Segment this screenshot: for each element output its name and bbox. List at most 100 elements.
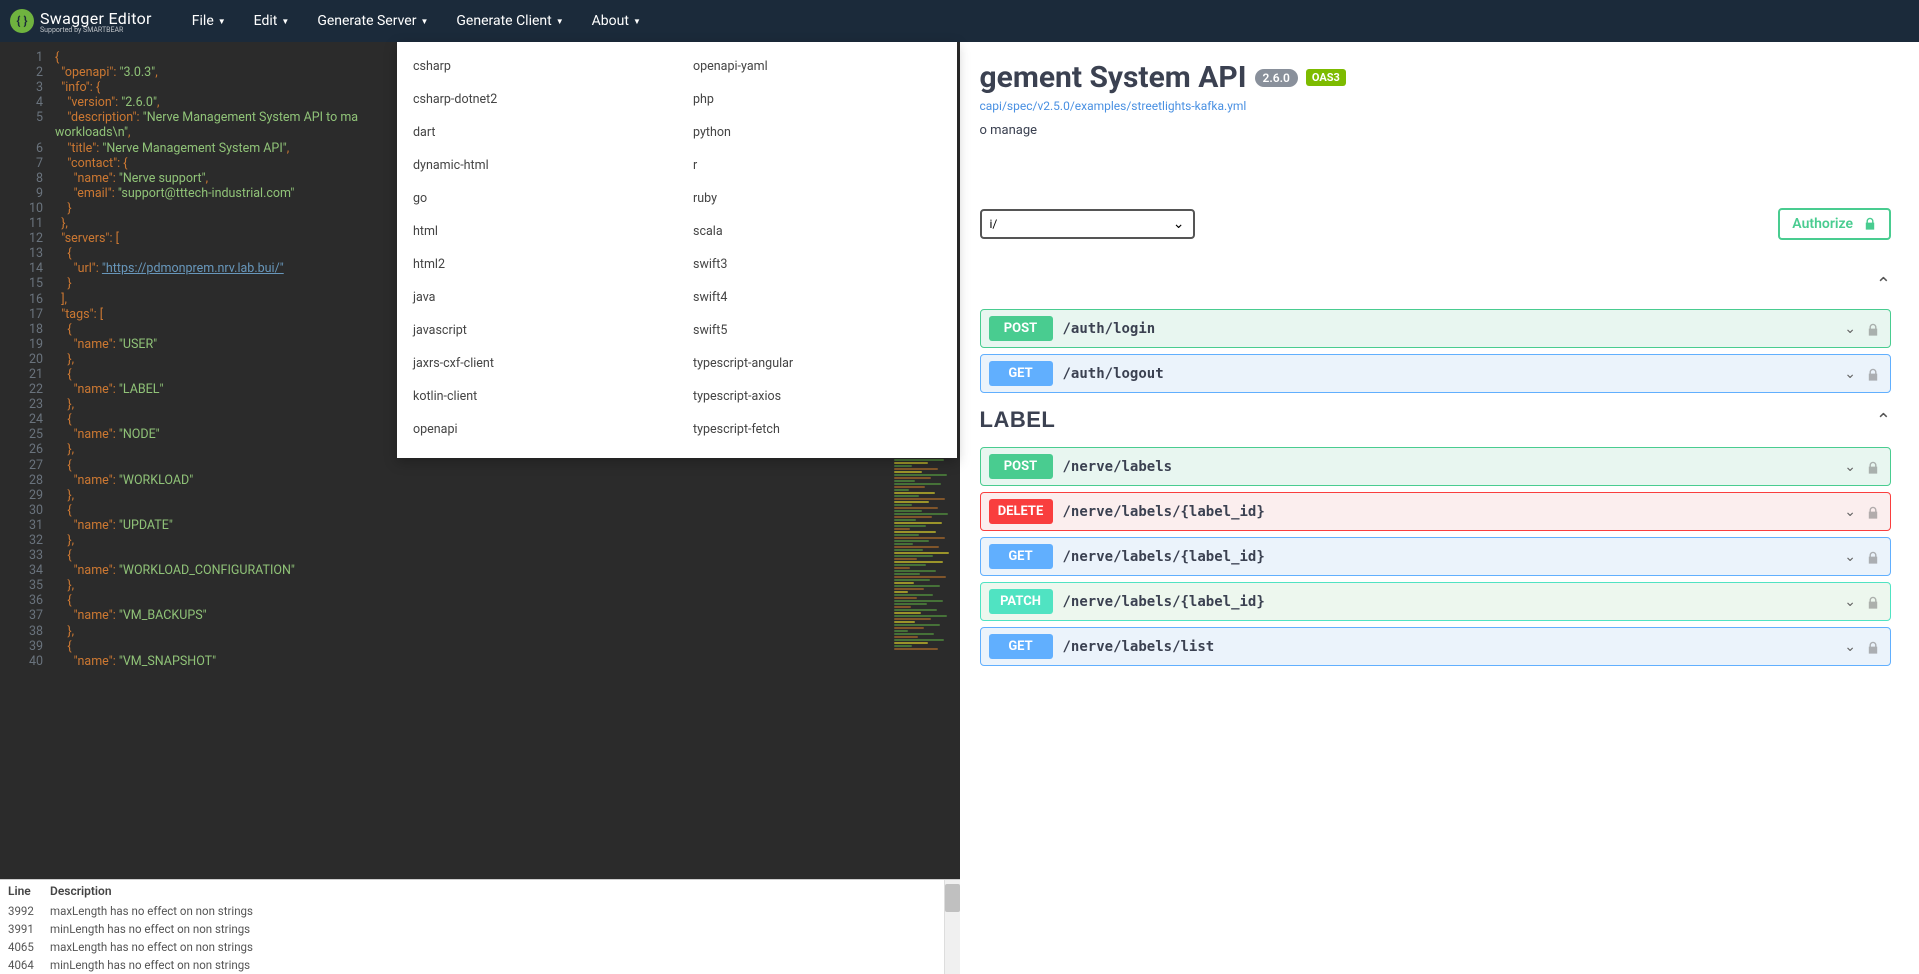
code-line[interactable]: 36 { — [0, 593, 960, 608]
operation-get--nerve-labels--label-id-[interactable]: GET/nerve/labels/{label_id}⌄ — [980, 537, 1892, 576]
dropdown-col-1: csharpcsharp-dotnet2dartdynamic-htmlgoht… — [397, 50, 677, 446]
dropdown-item-go[interactable]: go — [397, 182, 677, 215]
menu-generate-server[interactable]: Generate Server▼ — [317, 13, 428, 29]
tag-header-label[interactable]: LABEL⌃ — [980, 399, 1892, 441]
lock-icon[interactable] — [1866, 640, 1880, 654]
dropdown-item-typescript-axios[interactable]: typescript-axios — [677, 380, 957, 413]
code-line[interactable]: 29 }, — [0, 488, 960, 503]
operation-post--auth-login[interactable]: POST/auth/login⌄ — [980, 309, 1892, 348]
lock-icon[interactable] — [1866, 505, 1880, 519]
chevron-down-icon: ▼ — [556, 17, 564, 26]
code-line[interactable]: 34 "name": "WORKLOAD_CONFIGURATION" — [0, 563, 960, 578]
api-description: o manage — [980, 123, 1892, 138]
dropdown-item-scala[interactable]: scala — [677, 215, 957, 248]
code-line[interactable]: 27 { — [0, 458, 960, 473]
line-number: 28 — [0, 473, 55, 488]
api-title: gement System API — [980, 60, 1247, 95]
operation-controls: ⌄ — [1844, 459, 1880, 475]
error-row[interactable]: 3991minLength has no effect on non strin… — [0, 920, 960, 938]
chevron-down-icon[interactable]: ⌄ — [1844, 594, 1856, 610]
authorize-label: Authorize — [1792, 216, 1853, 232]
method-badge: GET — [989, 361, 1053, 386]
line-number: 36 — [0, 593, 55, 608]
dropdown-item-javascript[interactable]: javascript — [397, 314, 677, 347]
menu-generate-client[interactable]: Generate Client▼ — [456, 13, 563, 29]
dropdown-item-dart[interactable]: dart — [397, 116, 677, 149]
line-number: 33 — [0, 548, 55, 563]
line-number: 8 — [0, 171, 55, 186]
dropdown-item-typescript-fetch[interactable]: typescript-fetch — [677, 413, 957, 446]
operation-controls: ⌄ — [1844, 549, 1880, 565]
lock-icon[interactable] — [1866, 460, 1880, 474]
errors-scrollbar[interactable] — [944, 880, 960, 974]
method-badge: GET — [989, 634, 1053, 659]
error-line: 3991 — [8, 922, 50, 936]
authorize-button[interactable]: Authorize — [1778, 208, 1891, 240]
menu-edit[interactable]: Edit▼ — [254, 13, 290, 29]
dropdown-item-java[interactable]: java — [397, 281, 677, 314]
code-line[interactable]: 28 "name": "WORKLOAD" — [0, 473, 960, 488]
dropdown-item-swift3[interactable]: swift3 — [677, 248, 957, 281]
code-line[interactable]: 31 "name": "UPDATE" — [0, 518, 960, 533]
chevron-down-icon[interactable]: ⌄ — [1844, 321, 1856, 337]
dropdown-item-html2[interactable]: html2 — [397, 248, 677, 281]
line-number: 30 — [0, 503, 55, 518]
lock-icon[interactable] — [1866, 367, 1880, 381]
code-line[interactable]: 33 { — [0, 548, 960, 563]
code-line[interactable]: 39 { — [0, 639, 960, 654]
operation-patch--nerve-labels--label-id-[interactable]: PATCH/nerve/labels/{label_id}⌄ — [980, 582, 1892, 621]
swagger-ui-pane[interactable]: gement System API 2.6.0 OAS3 capi/spec/v… — [960, 42, 1919, 974]
dropdown-item-kotlin-client[interactable]: kotlin-client — [397, 380, 677, 413]
method-badge: POST — [989, 454, 1053, 479]
operation-get--nerve-labels-list[interactable]: GET/nerve/labels/list⌄ — [980, 627, 1892, 666]
dropdown-item-swift4[interactable]: swift4 — [677, 281, 957, 314]
operation-delete--nerve-labels--label-id-[interactable]: DELETE/nerve/labels/{label_id}⌄ — [980, 492, 1892, 531]
lock-icon[interactable] — [1866, 322, 1880, 336]
line-number: 38 — [0, 624, 55, 639]
lock-icon[interactable] — [1866, 595, 1880, 609]
error-desc: minLength has no effect on non strings — [50, 958, 250, 972]
chevron-down-icon[interactable]: ⌄ — [1844, 504, 1856, 520]
dropdown-item-csharp-dotnet2[interactable]: csharp-dotnet2 — [397, 83, 677, 116]
server-select[interactable]: i/ — [980, 209, 1195, 239]
line-number: 21 — [0, 367, 55, 382]
code-line[interactable]: 32 }, — [0, 533, 960, 548]
dropdown-item-swift5[interactable]: swift5 — [677, 314, 957, 347]
code-line[interactable]: 38 }, — [0, 624, 960, 639]
errors-scrollbar-thumb[interactable] — [945, 884, 960, 912]
chevron-down-icon[interactable]: ⌄ — [1844, 459, 1856, 475]
error-row[interactable]: 4065maxLength has no effect on non strin… — [0, 938, 960, 956]
dropdown-item-openapi-yaml[interactable]: openapi-yaml — [677, 50, 957, 83]
dropdown-item-ruby[interactable]: ruby — [677, 182, 957, 215]
dropdown-item-dynamic-html[interactable]: dynamic-html — [397, 149, 677, 182]
operation-post--nerve-labels[interactable]: POST/nerve/labels⌄ — [980, 447, 1892, 486]
line-number: 12 — [0, 231, 55, 246]
dropdown-item-r[interactable]: r — [677, 149, 957, 182]
chevron-down-icon[interactable]: ⌄ — [1844, 366, 1856, 382]
operation-get--auth-logout[interactable]: GET/auth/logout⌄ — [980, 354, 1892, 393]
lock-icon — [1863, 217, 1877, 231]
code-line[interactable]: 30 { — [0, 503, 960, 518]
code-line[interactable]: 35 }, — [0, 578, 960, 593]
code-line[interactable]: 40 "name": "VM_SNAPSHOT" — [0, 654, 960, 669]
tag-header[interactable]: ⌃ — [980, 266, 1892, 303]
dropdown-item-csharp[interactable]: csharp — [397, 50, 677, 83]
dropdown-item-typescript-angular[interactable]: typescript-angular — [677, 347, 957, 380]
chevron-down-icon[interactable]: ⌄ — [1844, 639, 1856, 655]
line-number: 40 — [0, 654, 55, 669]
dropdown-item-python[interactable]: python — [677, 116, 957, 149]
dropdown-item-php[interactable]: php — [677, 83, 957, 116]
dropdown-item-jaxrs-cxf-client[interactable]: jaxrs-cxf-client — [397, 347, 677, 380]
lock-icon[interactable] — [1866, 550, 1880, 564]
spec-url-link[interactable]: capi/spec/v2.5.0/examples/streetlights-k… — [980, 99, 1892, 113]
line-number: 22 — [0, 382, 55, 397]
code-line[interactable]: 37 "name": "VM_BACKUPS" — [0, 608, 960, 623]
dropdown-item-html[interactable]: html — [397, 215, 677, 248]
menu-about[interactable]: About▼ — [592, 13, 641, 29]
error-row[interactable]: 4064minLength has no effect on non strin… — [0, 956, 960, 974]
chevron-down-icon[interactable]: ⌄ — [1844, 549, 1856, 565]
line-number: 32 — [0, 533, 55, 548]
error-row[interactable]: 3992maxLength has no effect on non strin… — [0, 902, 960, 920]
menu-file[interactable]: File▼ — [192, 13, 226, 29]
dropdown-item-openapi[interactable]: openapi — [397, 413, 677, 446]
